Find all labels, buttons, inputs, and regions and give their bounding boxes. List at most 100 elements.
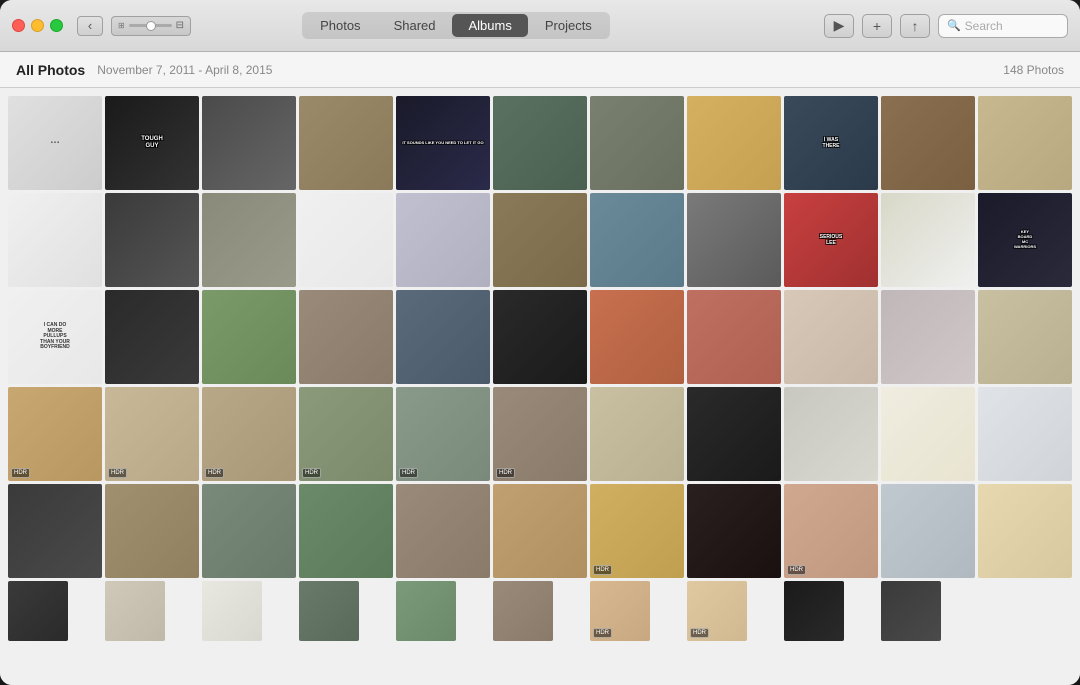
photo-item[interactable]: [784, 290, 878, 384]
grid-large-icon: ⊟: [176, 20, 184, 31]
traffic-lights: [12, 19, 63, 32]
photo-item[interactable]: [202, 484, 296, 578]
photo-item[interactable]: HDR: [299, 387, 393, 481]
play-icon: ▶: [834, 17, 845, 34]
tab-albums[interactable]: Albums: [452, 14, 527, 37]
photo-item[interactable]: [978, 484, 1072, 578]
tab-projects[interactable]: Projects: [529, 14, 608, 37]
zoom-slider[interactable]: ⊞ ⊟: [111, 16, 191, 36]
photo-item[interactable]: [105, 581, 165, 641]
photo-item[interactable]: [881, 581, 941, 641]
close-button[interactable]: [12, 19, 25, 32]
photo-count: 148 Photos: [1003, 63, 1064, 77]
photo-item[interactable]: [202, 581, 262, 641]
photo-item[interactable]: [493, 581, 553, 641]
photo-item[interactable]: [202, 290, 296, 384]
photo-item[interactable]: [105, 290, 199, 384]
photos-area[interactable]: • • • TOUGHGUY IT SOUNDS LIKE YOU NEED T…: [0, 88, 1080, 685]
hdr-badge: HDR: [108, 468, 127, 478]
photo-item[interactable]: [493, 96, 587, 190]
hdr-badge: HDR: [787, 565, 806, 575]
photo-item[interactable]: HDR: [590, 581, 650, 641]
share-button[interactable]: ↑: [900, 14, 930, 38]
hdr-badge: HDR: [593, 565, 612, 575]
grid-small-icon: ⊞: [118, 21, 125, 30]
slider-thumb: [146, 21, 156, 31]
photo-item[interactable]: [687, 290, 781, 384]
photo-item[interactable]: [8, 484, 102, 578]
photo-item[interactable]: [105, 193, 199, 287]
hdr-badge: HDR: [205, 468, 224, 478]
search-icon: 🔍: [947, 19, 961, 32]
play-button[interactable]: ▶: [824, 14, 854, 38]
photo-item[interactable]: [396, 290, 490, 384]
photo-item[interactable]: IT SOUNDS LIKE YOU NEED TO LET IT GO: [396, 96, 490, 190]
hdr-badge: HDR: [593, 628, 612, 638]
photo-item[interactable]: HDR: [687, 581, 747, 641]
plus-icon: +: [873, 18, 881, 34]
photo-item[interactable]: I WASTHERE: [784, 96, 878, 190]
photo-item[interactable]: [687, 193, 781, 287]
photo-item[interactable]: HDR: [493, 387, 587, 481]
hdr-badge: HDR: [399, 468, 418, 478]
photo-item[interactable]: HDR: [590, 484, 684, 578]
photo-item[interactable]: [396, 484, 490, 578]
search-box[interactable]: 🔍 Search: [938, 14, 1068, 38]
hdr-badge: HDR: [302, 468, 321, 478]
photo-item[interactable]: [299, 581, 359, 641]
photos-grid: • • • TOUGHGUY IT SOUNDS LIKE YOU NEED T…: [8, 96, 1072, 641]
photo-item[interactable]: [299, 290, 393, 384]
photo-item[interactable]: [299, 484, 393, 578]
toolbar-right: ▶ + ↑ 🔍 Search: [824, 14, 1068, 38]
photo-item[interactable]: [396, 193, 490, 287]
slider-track: [129, 24, 172, 27]
photo-item[interactable]: [978, 290, 1072, 384]
photo-item[interactable]: [881, 290, 975, 384]
photo-item[interactable]: [105, 484, 199, 578]
photo-item[interactable]: [978, 387, 1072, 481]
tab-group: Photos Shared Albums Projects: [302, 12, 610, 39]
photo-item[interactable]: HDR: [396, 387, 490, 481]
photo-item[interactable]: [493, 290, 587, 384]
photo-item[interactable]: [299, 193, 393, 287]
photo-item[interactable]: [687, 387, 781, 481]
photo-item[interactable]: [590, 387, 684, 481]
photo-item[interactable]: [784, 581, 844, 641]
photo-item[interactable]: [202, 193, 296, 287]
minimize-button[interactable]: [31, 19, 44, 32]
tab-photos[interactable]: Photos: [304, 14, 376, 37]
photo-item[interactable]: • • •: [8, 96, 102, 190]
photo-item[interactable]: [881, 484, 975, 578]
photo-item[interactable]: I CAN DOMOREPULLUPSTHAN YOURBOYFRIEND: [8, 290, 102, 384]
photo-item[interactable]: [590, 290, 684, 384]
photo-item[interactable]: [687, 484, 781, 578]
photo-item[interactable]: HDR: [105, 387, 199, 481]
photo-item[interactable]: [881, 193, 975, 287]
photo-item[interactable]: HDR: [8, 387, 102, 481]
photo-item[interactable]: [881, 96, 975, 190]
photo-item[interactable]: [202, 96, 296, 190]
photo-item[interactable]: TOUGHGUY: [105, 96, 199, 190]
photo-item[interactable]: [493, 193, 587, 287]
photo-item[interactable]: HDR: [202, 387, 296, 481]
photo-item[interactable]: [687, 96, 781, 190]
back-button[interactable]: ‹: [77, 16, 103, 36]
add-button[interactable]: +: [862, 14, 892, 38]
photo-item[interactable]: [396, 581, 456, 641]
photo-item[interactable]: [590, 96, 684, 190]
photo-item[interactable]: [978, 96, 1072, 190]
photo-item[interactable]: [590, 193, 684, 287]
photo-item[interactable]: SERIOUSLEE: [784, 193, 878, 287]
photo-item[interactable]: [493, 484, 587, 578]
photo-item[interactable]: [881, 387, 975, 481]
maximize-button[interactable]: [50, 19, 63, 32]
photo-item[interactable]: [784, 387, 878, 481]
photo-item[interactable]: [299, 96, 393, 190]
photo-item[interactable]: HDR: [784, 484, 878, 578]
photo-item[interactable]: [8, 581, 68, 641]
all-photos-label: All Photos: [16, 62, 85, 78]
tab-shared[interactable]: Shared: [378, 14, 452, 37]
photo-item[interactable]: [8, 193, 102, 287]
subtitle-bar: All Photos November 7, 2011 - April 8, 2…: [0, 52, 1080, 88]
photo-item[interactable]: KEYBOARDMCWARRIORS: [978, 193, 1072, 287]
